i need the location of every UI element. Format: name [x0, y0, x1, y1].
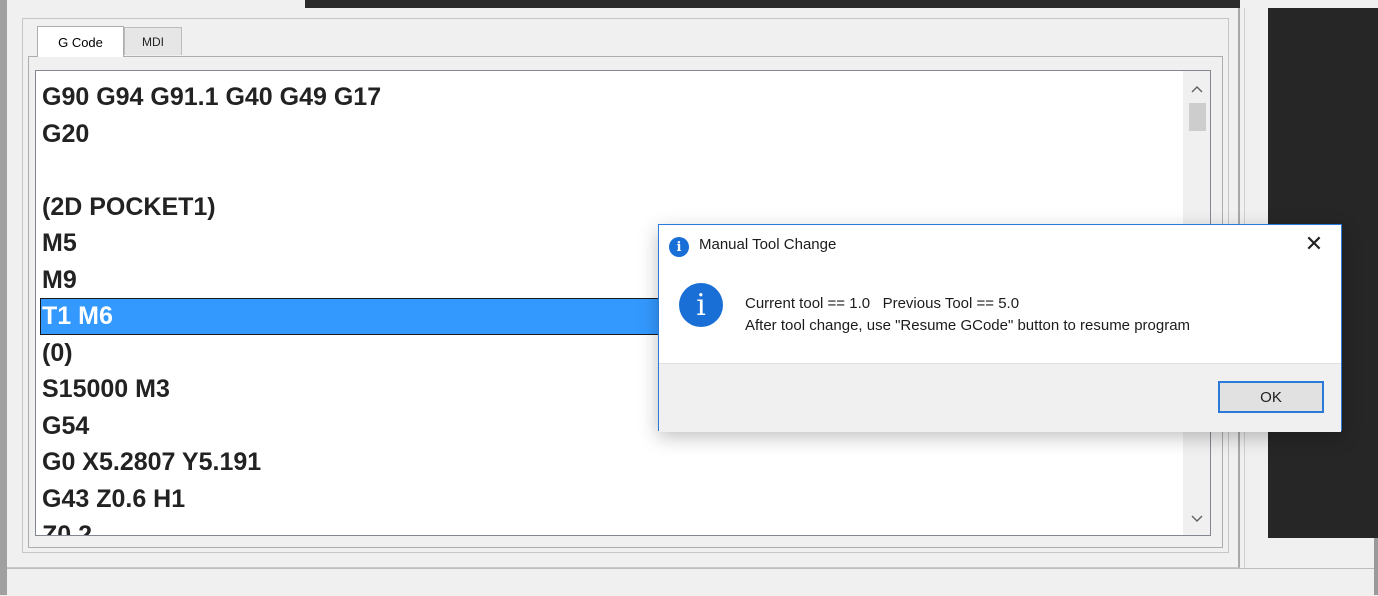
manual-tool-change-dialog: i Manual Tool Change ✕ i Current tool ==… — [658, 224, 1342, 432]
scroll-up-arrow-icon[interactable] — [1183, 77, 1210, 101]
dialog-message-line: After tool change, use "Resume GCode" bu… — [745, 317, 1191, 334]
scroll-thumb[interactable] — [1189, 103, 1206, 131]
window-left-border — [0, 0, 7, 595]
right-edge-border — [1374, 538, 1378, 595]
info-large-icon: i — [679, 283, 723, 327]
dialog-title: Manual Tool Change — [699, 236, 837, 253]
tab-gcode[interactable]: G Code — [37, 26, 124, 57]
gcode-line[interactable] — [40, 152, 1180, 189]
gcode-line[interactable]: G0 X5.2807 Y5.191 — [40, 444, 1180, 481]
tab-mdi[interactable]: MDI — [124, 27, 182, 55]
top-dark-strip — [305, 0, 1240, 8]
gcode-line[interactable]: G20 — [40, 116, 1180, 153]
scroll-down-arrow-icon[interactable] — [1183, 507, 1210, 531]
info-icon: i — [669, 237, 689, 257]
dialog-message-line: Current tool == 1.0 Previous Tool == 5.0 — [745, 295, 1020, 312]
ok-button[interactable]: OK — [1218, 381, 1324, 413]
gcode-line[interactable]: G43 Z0.6 H1 — [40, 481, 1180, 518]
gcode-line[interactable]: (2D POCKET1) — [40, 189, 1180, 226]
status-strip — [7, 568, 1378, 596]
dialog-message: Current tool == 1.0 Previous Tool == 5.0… — [745, 293, 1190, 337]
close-icon[interactable]: ✕ — [1301, 231, 1327, 257]
gcode-line[interactable]: Z0.2 — [40, 517, 1180, 535]
gcode-line[interactable]: G90 G94 G91.1 G40 G49 G17 — [40, 79, 1180, 116]
dialog-footer: OK — [659, 363, 1341, 432]
